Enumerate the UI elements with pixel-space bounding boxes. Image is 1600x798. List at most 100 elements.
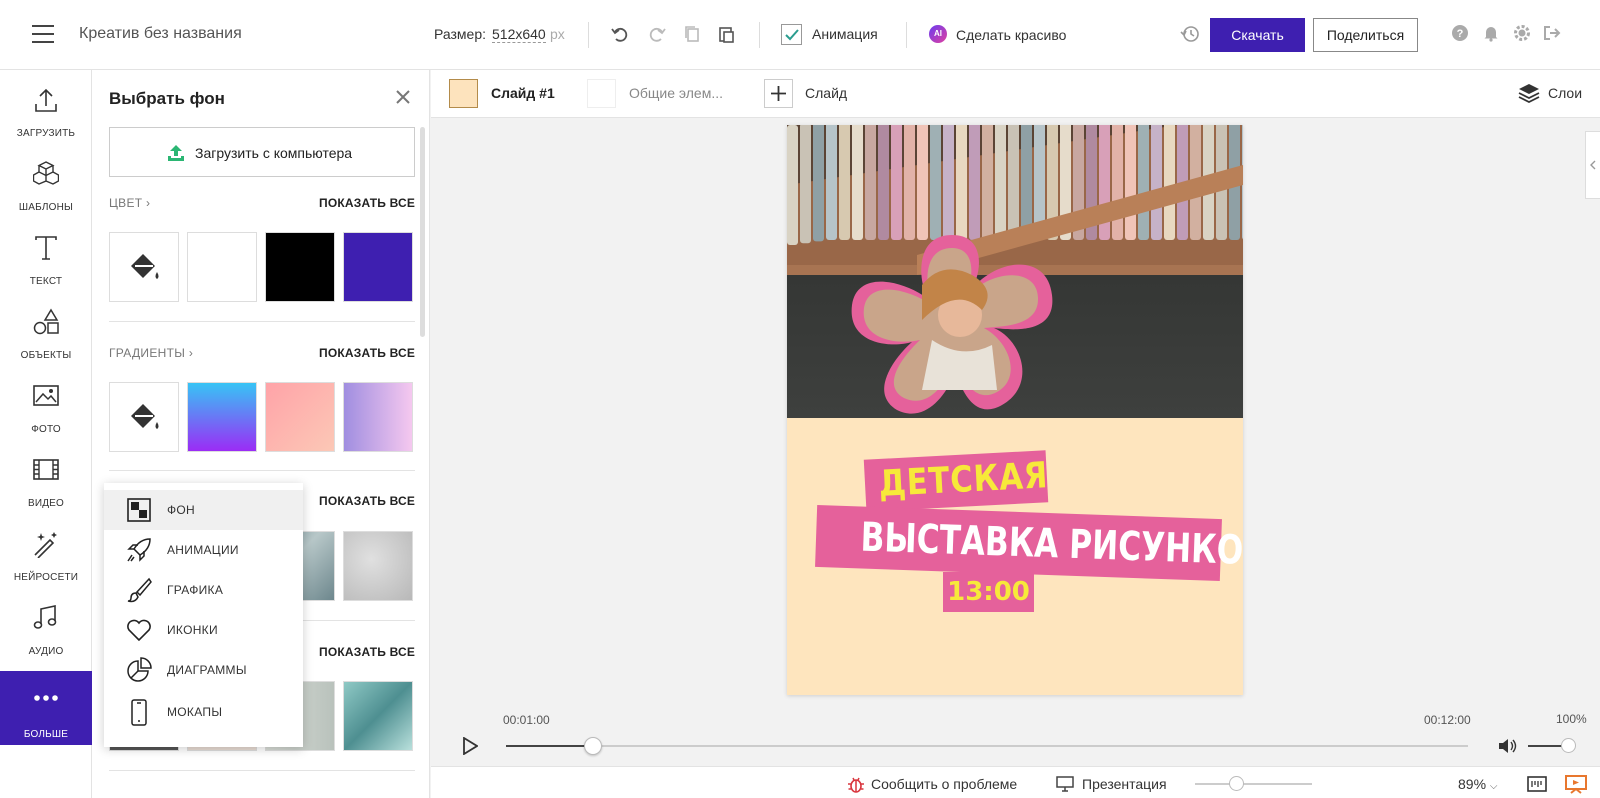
add-slide-label[interactable]: Слайд [805,85,847,101]
nav-objects[interactable]: ОБЪЕКТЫ [0,292,92,366]
plus-icon [771,86,786,101]
divider [759,22,760,48]
copy-icon[interactable] [682,24,702,44]
presentation-button[interactable]: Презентация [1082,776,1167,792]
nav-ai[interactable]: НЕЙРОСЕТИ [0,514,92,588]
timeline-scrubber[interactable] [583,737,602,755]
crayon-stripe [969,125,980,240]
crayon-stripe [1151,125,1162,240]
zoom-knob[interactable] [1229,776,1244,791]
paint-bucket-icon [131,404,159,429]
bell-icon[interactable] [1481,24,1501,44]
nav-upload[interactable]: ЗАГРУЗИТЬ [0,70,92,144]
menu-item-label: ИКОНКИ [167,623,218,637]
nav-video[interactable]: ВИДЕО [0,440,92,514]
play-icon[interactable] [462,736,479,760]
rocket-icon [127,538,151,562]
share-button[interactable]: Поделиться [1313,18,1418,52]
text-icon [35,236,57,260]
crayon-stripe [995,125,1006,240]
upload-green-icon [168,145,184,161]
history-icon[interactable] [1180,24,1200,44]
nav-more[interactable]: БОЛЬШЕ [0,671,92,745]
title-banner-line1[interactable]: ДЕТСКАЯ [863,450,1050,512]
show-all-gradients-button[interactable]: ПОКАЗАТЬ ВСЕ [319,346,415,360]
fit-screen-icon[interactable] [1527,774,1547,798]
bug-icon[interactable] [847,775,865,798]
presentation-icon[interactable] [1056,775,1074,798]
animation-label[interactable]: Анимация [812,26,878,42]
make-beautiful-button[interactable]: Сделать красиво [956,27,1066,43]
upload-label: Загрузить с компьютера [195,145,353,161]
zoom-dropdown[interactable]: 89% ⌵ [1458,776,1498,792]
menu-item-background[interactable]: ФОН [104,490,303,530]
volume-icon[interactable] [1498,738,1518,759]
gear-icon[interactable] [1512,24,1532,44]
upload-from-computer-button[interactable]: Загрузить с компьютера [109,127,415,177]
download-button[interactable]: Скачать [1210,18,1305,52]
nav-audio-label: АУДИО [28,646,64,657]
show-all-photos-button[interactable]: ПОКАЗАТЬ ВСЕ [319,645,415,659]
volume-knob[interactable] [1561,738,1576,753]
nav-photo[interactable]: ФОТО [0,366,92,440]
menu-item-graphics[interactable]: ГРАФИКА [104,570,303,610]
time-banner[interactable]: 13:00 [943,572,1034,612]
panel-scrollbar[interactable] [420,127,425,337]
crayon-stripe [852,125,863,240]
help-icon[interactable]: ? [1450,24,1470,44]
texture-swatch-concrete[interactable] [343,531,413,601]
show-all-colors-button[interactable]: ПОКАЗАТЬ ВСЕ [319,196,415,210]
crayon-stripe [800,125,811,244]
logout-icon[interactable] [1542,24,1562,44]
document-title[interactable]: Креатив без названия [79,25,242,43]
title-banner-line2[interactable]: ВЫСТАВКА РИСУНКОВ [815,504,1243,582]
zoom-slider[interactable] [1195,783,1312,785]
paste-icon[interactable] [716,24,736,44]
nav-audio[interactable]: АУДИО [0,588,92,662]
undo-icon[interactable] [610,24,630,44]
close-icon[interactable] [394,88,412,106]
custom-gradient-swatch[interactable] [109,382,179,452]
color-swatch-black[interactable] [265,232,335,302]
ai-icon[interactable]: AI [929,25,947,43]
color-swatch-purple[interactable] [343,232,413,302]
add-slide-button[interactable] [764,79,793,108]
menu-icon[interactable] [32,25,54,43]
show-all-textures-button[interactable]: ПОКАЗАТЬ ВСЕ [319,494,415,508]
layers-label[interactable]: Слои [1548,85,1582,101]
animation-checkbox[interactable] [781,24,802,45]
color-section-label[interactable]: ЦВЕТ › [109,196,150,210]
timeline-fill [506,745,593,747]
crayons-photo[interactable] [787,125,1243,418]
collapse-right-panel-handle[interactable] [1585,131,1600,199]
slide-tab[interactable]: Слайд #1 [491,85,555,101]
slideshow-icon[interactable] [1565,774,1587,798]
timeline-track[interactable] [506,737,1468,755]
redo-icon[interactable] [647,24,667,44]
slide-canvas[interactable]: ДЕТСКАЯ ВЫСТАВКА РИСУНКОВ 13:00 [787,125,1243,695]
nav-templates[interactable]: ШАБЛОНЫ [0,144,92,218]
layers-icon[interactable] [1518,82,1540,109]
title-line2: ВЫСТАВКА РИСУНКОВ [859,514,1243,575]
color-swatch-white[interactable] [187,232,257,302]
nav-text[interactable]: ТЕКСТ [0,218,92,292]
title-line1: ДЕТСКАЯ [877,455,1050,506]
menu-item-animations[interactable]: АНИМАЦИИ [104,530,303,570]
common-elements-thumbnail[interactable] [587,79,616,108]
time-text: 13:00 [947,577,1030,607]
slide-thumbnail[interactable] [449,79,478,108]
common-elements-tab[interactable]: Общие элем... [629,85,723,101]
gradient-swatch-pink[interactable] [265,382,335,452]
gradient-section-label[interactable]: ГРАДИЕНТЫ › [109,346,193,360]
size-value[interactable]: 512x640 [492,26,546,43]
menu-item-label: ГРАФИКА [167,583,224,597]
custom-color-swatch[interactable] [109,232,179,302]
gradient-swatch-blue-purple[interactable] [187,382,257,452]
gradient-swatch-lavender[interactable] [343,382,413,452]
report-problem-button[interactable]: Сообщить о проблеме [871,776,1017,792]
menu-item-icons[interactable]: ИКОНКИ [104,610,303,650]
photo-swatch-4[interactable] [343,681,413,751]
divider [588,22,589,48]
menu-item-charts[interactable]: ДИАГРАММЫ [104,650,303,690]
menu-item-mockups[interactable]: МОКАПЫ [104,692,303,732]
